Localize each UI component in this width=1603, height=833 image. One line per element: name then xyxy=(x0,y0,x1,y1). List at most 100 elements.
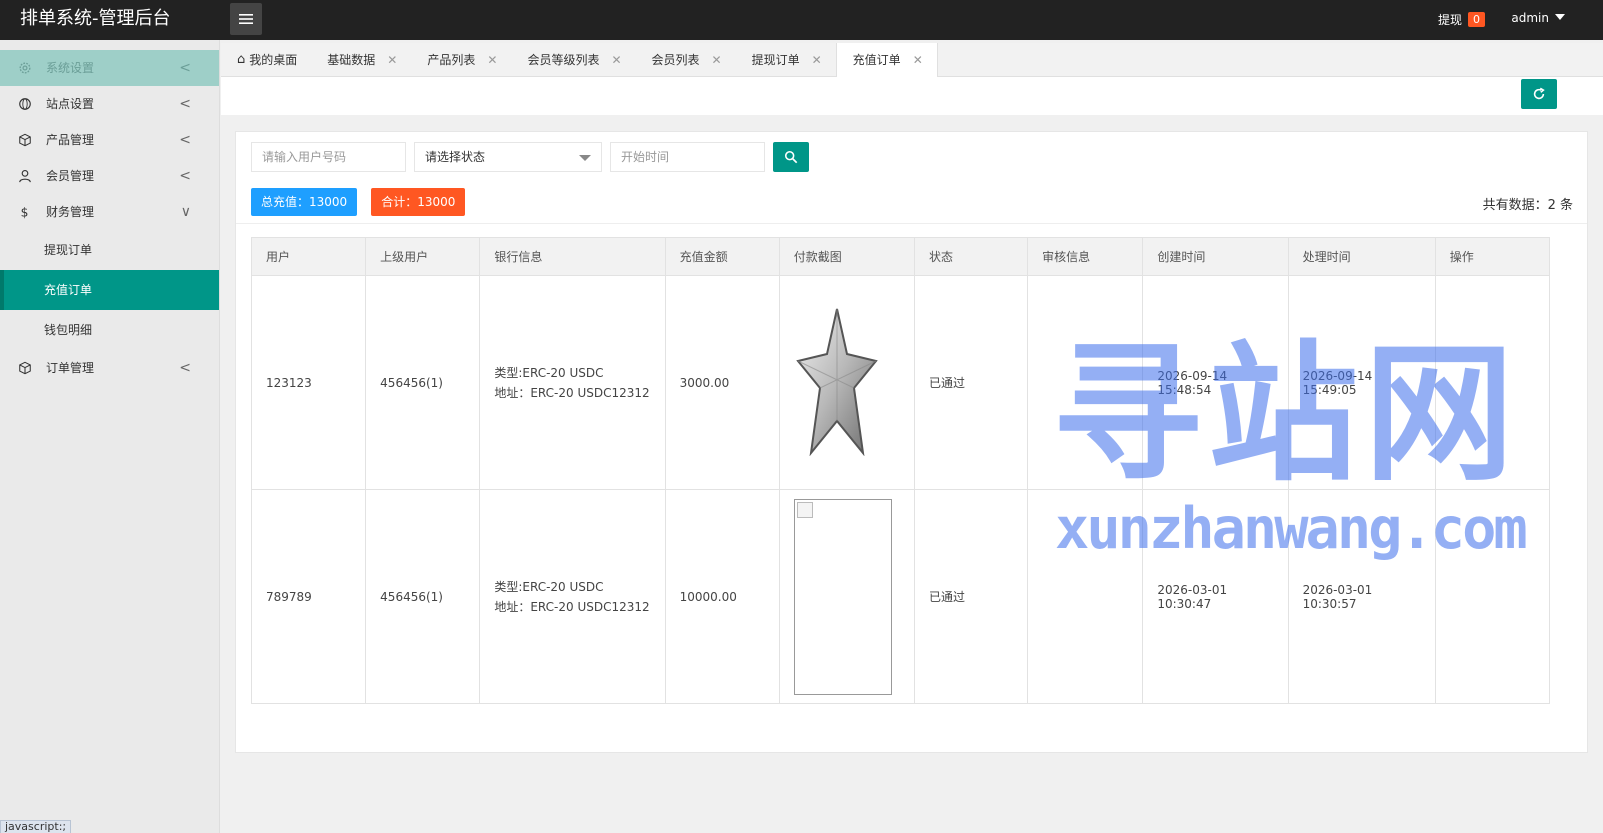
caret-down-icon xyxy=(579,155,591,161)
menu-toggle-button[interactable] xyxy=(230,3,262,35)
tab-my-desktop[interactable]: ⌂ 我的桌面 xyxy=(221,43,311,77)
withdraw-notice[interactable]: 提现 0 xyxy=(1438,11,1485,28)
close-icon[interactable]: ✕ xyxy=(812,43,822,77)
column-header: 付款截图 xyxy=(778,237,916,276)
app-title: 排单系统-管理后台 xyxy=(20,8,171,29)
search-icon xyxy=(784,150,798,164)
cell-user: 123123 xyxy=(250,275,367,490)
sidebar-item-order-mgmt[interactable]: 订单管理 < xyxy=(0,350,219,386)
cell-status: 已通过 xyxy=(913,489,1029,704)
hamburger-icon xyxy=(239,14,253,24)
table-header-row: 用户 上级用户 银行信息 充值金额 付款截图 状态 审核信息 创建时间 处理时间… xyxy=(250,237,1551,276)
cell-parent: 456456(1) xyxy=(365,275,481,490)
cell-screenshot xyxy=(778,489,916,704)
chevron-down-icon: ∨ xyxy=(180,204,191,220)
column-header: 创建时间 xyxy=(1142,237,1289,276)
tab-bar: ⌂ 我的桌面 基础数据 ✕ 产品列表 ✕ 会员等级列表 ✕ 会员列表 ✕ 提现订… xyxy=(221,43,1603,77)
chevron-left-icon: < xyxy=(179,360,191,376)
total-count: 共有数据：2 条 xyxy=(1482,198,1573,213)
tab-basic-data[interactable]: 基础数据 ✕ xyxy=(311,43,411,77)
user-icon xyxy=(19,170,31,183)
broken-image[interactable] xyxy=(793,498,892,695)
tab-product-list[interactable]: 产品列表 ✕ xyxy=(411,43,511,77)
cell-amount: 10000.00 xyxy=(664,489,780,704)
column-header: 银行信息 xyxy=(479,237,666,276)
sidebar-item-member-mgmt[interactable]: 会员管理 < xyxy=(0,158,219,194)
tab-withdraw-orders[interactable]: 提现订单 ✕ xyxy=(736,43,836,77)
tab-label: 我的桌面 xyxy=(249,53,298,67)
bank-address: 地址：ERC-20 USDC12312 xyxy=(494,385,650,400)
browser-status-bar: javascript:; xyxy=(0,820,72,833)
page-toolbar xyxy=(221,77,1603,115)
chevron-left-icon: < xyxy=(179,132,191,148)
column-header: 上级用户 xyxy=(365,237,481,276)
tab-label: 会员列表 xyxy=(651,53,700,67)
cell-user: 789789 xyxy=(250,489,367,704)
sidebar-item-label: 产品管理 xyxy=(46,133,95,147)
sidebar-item-site-settings[interactable]: 站点设置 < xyxy=(0,86,219,122)
sidebar: 系统设置 < 站点设置 < 产品管理 < 会员管理 < $ 财务管理 ∨ 提现订… xyxy=(0,40,220,833)
bank-address: 地址：ERC-20 USDC12312 xyxy=(494,599,650,614)
sidebar-item-finance-mgmt[interactable]: $ 财务管理 ∨ xyxy=(0,194,219,230)
cube-icon xyxy=(19,361,31,375)
close-icon[interactable]: ✕ xyxy=(712,43,722,77)
sidebar-sub-recharge-orders[interactable]: 充值订单 xyxy=(0,270,219,310)
tab-member-level-list[interactable]: 会员等级列表 ✕ xyxy=(511,43,635,77)
dollar-icon: $ xyxy=(21,205,29,219)
column-header: 审核信息 xyxy=(1027,237,1144,276)
status-select[interactable]: 请选择状态 xyxy=(414,142,602,172)
column-header: 操作 xyxy=(1434,237,1551,276)
chevron-left-icon: < xyxy=(179,96,191,112)
cell-bank: 类型:ERC-20 USDC 地址：ERC-20 USDC12312 xyxy=(479,489,666,704)
close-icon[interactable]: ✕ xyxy=(487,43,497,77)
tab-member-list[interactable]: 会员列表 ✕ xyxy=(636,43,736,77)
sidebar-item-label: 站点设置 xyxy=(46,97,95,111)
divider xyxy=(236,223,1587,224)
cell-amount: 3000.00 xyxy=(664,275,780,490)
caret-down-icon xyxy=(1555,14,1565,20)
user-number-input[interactable]: 请输入用户号码 xyxy=(251,142,406,172)
tab-label: 提现订单 xyxy=(751,53,800,67)
column-header: 用户 xyxy=(250,237,367,276)
watermark-cn: 寻站网 xyxy=(1052,328,1521,502)
sidebar-item-product-mgmt[interactable]: 产品管理 < xyxy=(0,122,219,158)
cell-status: 已通过 xyxy=(913,275,1029,490)
home-icon: ⌂ xyxy=(237,52,246,67)
refresh-icon xyxy=(1533,87,1545,100)
status-select-value: 请选择状态 xyxy=(425,150,486,164)
sidebar-item-label: 财务管理 xyxy=(46,205,95,219)
globe-icon xyxy=(19,98,31,110)
sidebar-item-system-settings[interactable]: 系统设置 < xyxy=(0,50,219,86)
tab-label: 充值订单 xyxy=(852,53,901,67)
star-image[interactable] xyxy=(794,306,880,457)
close-icon[interactable]: ✕ xyxy=(611,43,621,77)
refresh-button[interactable] xyxy=(1521,79,1557,109)
withdraw-label: 提现 xyxy=(1437,13,1462,27)
column-header: 处理时间 xyxy=(1287,237,1436,276)
cell-bank: 类型:ERC-20 USDC 地址：ERC-20 USDC12312 xyxy=(479,275,666,490)
column-header: 充值金额 xyxy=(664,237,780,276)
sidebar-sub-withdraw-orders[interactable]: 提现订单 xyxy=(0,230,219,270)
tab-recharge-orders[interactable]: 充值订单 ✕ xyxy=(835,43,938,77)
withdraw-badge: 0 xyxy=(1468,12,1485,27)
close-icon[interactable]: ✕ xyxy=(387,43,397,77)
start-time-input[interactable]: 开始时间 xyxy=(610,142,765,172)
chevron-left-icon: < xyxy=(179,60,191,76)
total-recharge-badge: 总充值：13000 xyxy=(251,188,358,216)
cell-screenshot xyxy=(778,275,916,490)
sidebar-item-label: 订单管理 xyxy=(46,361,95,375)
cell-parent: 456456(1) xyxy=(365,489,481,704)
user-menu[interactable]: admin xyxy=(1511,11,1565,25)
sidebar-sub-wallet-details[interactable]: 钱包明细 xyxy=(0,310,219,350)
close-icon[interactable]: ✕ xyxy=(913,43,923,77)
search-button[interactable] xyxy=(773,142,809,172)
sidebar-item-label: 会员管理 xyxy=(46,169,95,183)
top-header: 排单系统-管理后台 提现 0 admin xyxy=(0,0,1603,40)
gear-icon xyxy=(19,62,31,74)
sum-badge: 合计：13000 xyxy=(371,188,466,216)
sidebar-item-label: 系统设置 xyxy=(46,61,95,75)
svg-text:$: $ xyxy=(21,205,29,219)
tab-label: 基础数据 xyxy=(327,53,376,67)
search-form: 请输入用户号码 请选择状态 开始时间 xyxy=(251,142,809,172)
bank-type: 类型:ERC-20 USDC xyxy=(494,365,604,380)
